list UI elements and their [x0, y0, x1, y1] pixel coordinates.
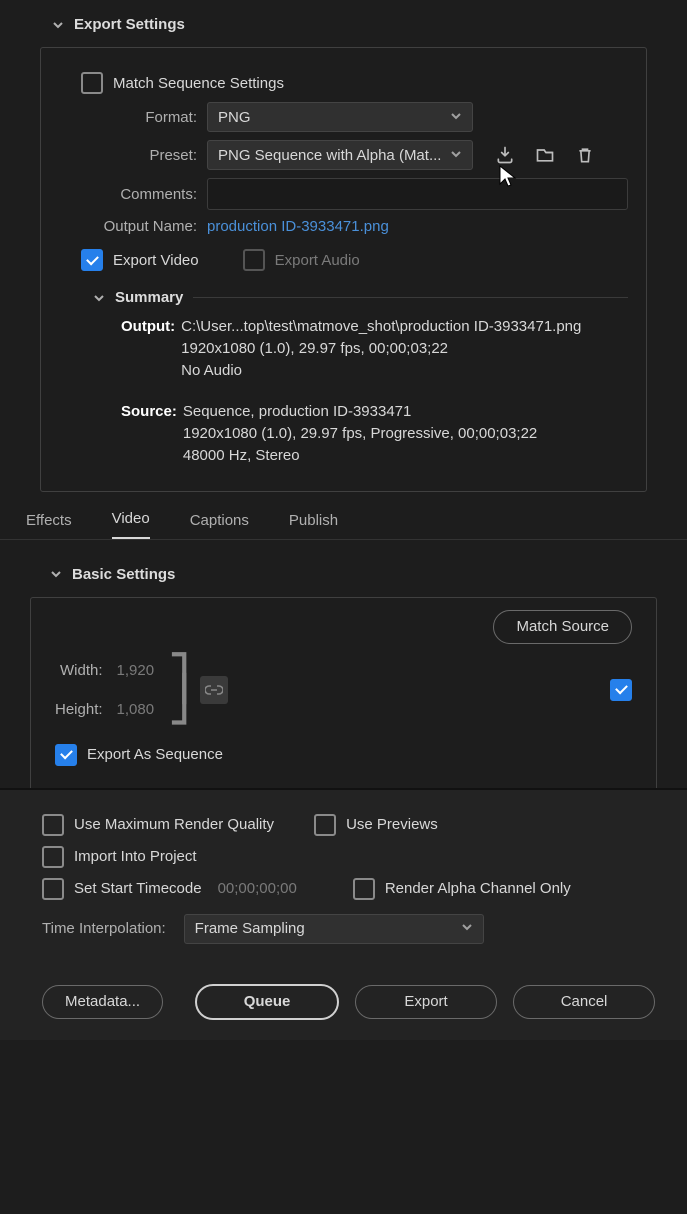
- tab-video[interactable]: Video: [112, 510, 150, 539]
- match-source-button[interactable]: Match Source: [493, 610, 632, 644]
- preset-label: Preset:: [81, 147, 207, 164]
- use-previews-checkbox[interactable]: [314, 814, 336, 836]
- chevron-down-icon: [450, 109, 462, 126]
- link-dimensions-icon[interactable]: [200, 676, 228, 704]
- export-audio-checkbox: [243, 249, 265, 271]
- set-start-timecode-label: Set Start Timecode: [74, 880, 202, 897]
- match-sequence-checkbox[interactable]: [81, 72, 103, 94]
- cancel-button[interactable]: Cancel: [513, 985, 655, 1019]
- comments-label: Comments:: [81, 186, 207, 203]
- render-alpha-only-checkbox[interactable]: [353, 878, 375, 900]
- export-as-sequence-checkbox[interactable]: [55, 744, 77, 766]
- chevron-down-icon: [461, 920, 473, 937]
- summary-source-line: 48000 Hz, Stereo: [183, 445, 537, 467]
- summary-output-line: C:\User...top\test\matmove_shot\producti…: [181, 316, 581, 338]
- tab-effects[interactable]: Effects: [26, 512, 72, 539]
- summary-source-line: 1920x1080 (1.0), 29.97 fps, Progressive,…: [183, 423, 537, 445]
- basic-settings-title: Basic Settings: [72, 566, 175, 583]
- use-max-render-checkbox[interactable]: [42, 814, 64, 836]
- import-into-project-label: Import Into Project: [74, 848, 197, 865]
- width-value[interactable]: 1,920: [117, 662, 155, 679]
- use-max-render-label: Use Maximum Render Quality: [74, 816, 274, 833]
- height-label: Height:: [55, 701, 103, 718]
- summary-output-label: Output:: [121, 316, 181, 381]
- summary-output-line: No Audio: [181, 360, 581, 382]
- queue-button[interactable]: Queue: [195, 984, 339, 1020]
- time-interpolation-select[interactable]: Frame Sampling: [184, 914, 484, 944]
- summary-title: Summary: [115, 289, 183, 306]
- tab-publish[interactable]: Publish: [289, 512, 338, 539]
- export-button[interactable]: Export: [355, 985, 497, 1019]
- time-interpolation-value: Frame Sampling: [195, 920, 305, 937]
- preset-select[interactable]: PNG Sequence with Alpha (Mat...: [207, 140, 473, 170]
- export-audio-label: Export Audio: [275, 252, 360, 269]
- time-interpolation-label: Time Interpolation:: [42, 920, 166, 937]
- use-previews-label: Use Previews: [346, 816, 438, 833]
- summary-source-label: Source:: [121, 401, 183, 466]
- format-label: Format:: [81, 109, 207, 126]
- import-preset-icon[interactable]: [533, 143, 557, 167]
- export-settings-title: Export Settings: [74, 16, 185, 33]
- basic-settings-header[interactable]: Basic Settings: [40, 558, 657, 591]
- summary-header[interactable]: Summary: [93, 285, 183, 310]
- delete-preset-icon[interactable]: [573, 143, 597, 167]
- summary-output-line: 1920x1080 (1.0), 29.97 fps, 00;00;03;22: [181, 338, 581, 360]
- tabs: Effects Video Captions Publish: [0, 492, 687, 540]
- height-value[interactable]: 1,080: [117, 701, 155, 718]
- match-source-dimensions-checkbox[interactable]: [610, 679, 632, 701]
- match-sequence-label: Match Sequence Settings: [113, 75, 284, 92]
- export-settings-header[interactable]: Export Settings: [42, 8, 687, 41]
- summary-source-line: Sequence, production ID-3933471: [183, 401, 537, 423]
- format-select[interactable]: PNG: [207, 102, 473, 132]
- output-name-link[interactable]: production ID-3933471.png: [207, 218, 389, 235]
- comments-input[interactable]: [207, 178, 628, 210]
- output-name-label: Output Name:: [81, 218, 207, 235]
- tab-captions[interactable]: Captions: [190, 512, 249, 539]
- width-label: Width:: [60, 662, 103, 679]
- render-alpha-only-label: Render Alpha Channel Only: [385, 880, 571, 897]
- export-as-sequence-label: Export As Sequence: [87, 746, 223, 763]
- preset-value: PNG Sequence with Alpha (Mat...: [218, 147, 441, 164]
- export-video-label: Export Video: [113, 252, 199, 269]
- metadata-button[interactable]: Metadata...: [42, 985, 163, 1019]
- export-video-checkbox[interactable]: [81, 249, 103, 271]
- chevron-down-icon: [52, 19, 64, 31]
- chevron-down-icon: [93, 292, 105, 304]
- save-preset-icon[interactable]: [493, 143, 517, 167]
- import-into-project-checkbox[interactable]: [42, 846, 64, 868]
- chevron-down-icon: [50, 568, 62, 580]
- format-value: PNG: [218, 109, 251, 126]
- set-start-timecode-checkbox[interactable]: [42, 878, 64, 900]
- chevron-down-icon: [450, 147, 462, 164]
- link-bracket: ⎦: [168, 688, 190, 712]
- start-timecode-value[interactable]: 00;00;00;00: [218, 880, 297, 897]
